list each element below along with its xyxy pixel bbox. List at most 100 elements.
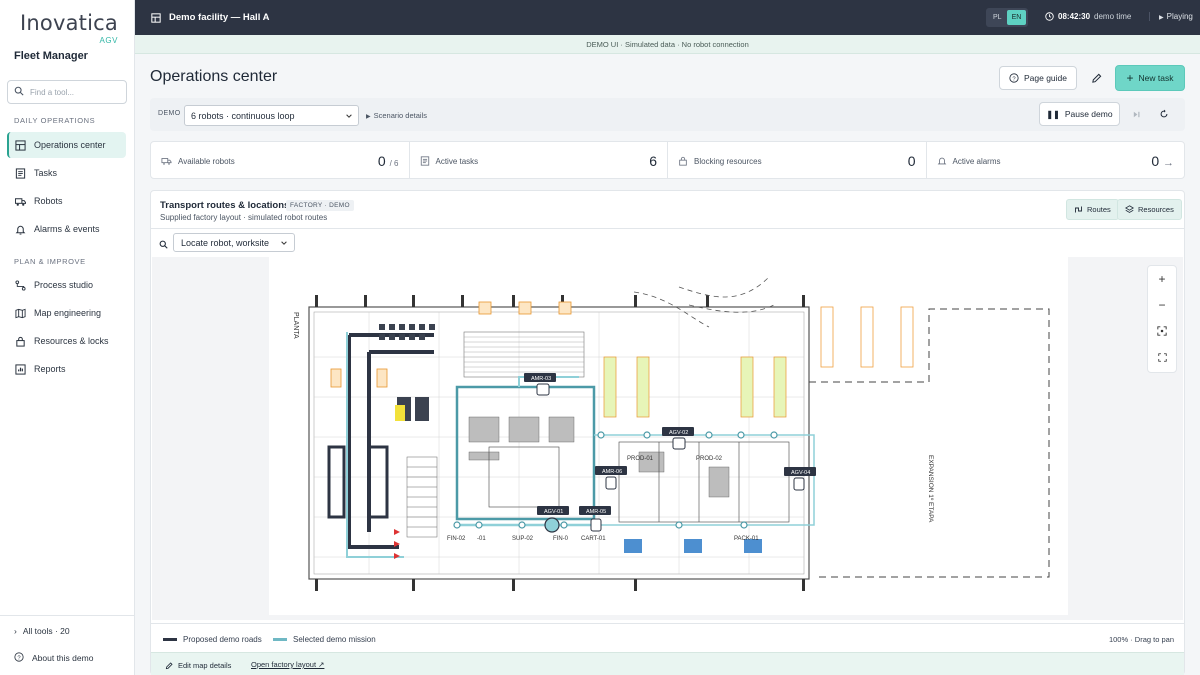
pencil-icon — [1091, 73, 1101, 83]
clock-icon — [1045, 12, 1054, 21]
playback-status-label: Playing — [1166, 12, 1193, 21]
search-input[interactable] — [30, 87, 120, 97]
help-icon: ? — [14, 652, 24, 664]
open-factory-layout-link[interactable]: Open factory layout ↗ — [251, 660, 324, 669]
restart-icon — [1160, 109, 1168, 118]
new-task-button[interactable]: + New task — [1115, 65, 1185, 91]
restart-button[interactable] — [1154, 104, 1174, 124]
stat-label: Active tasks — [435, 156, 479, 166]
stat-blocking-resources[interactable]: Blocking resources 0 — [668, 142, 927, 178]
robot-tag[interactable]: AMR-06 — [602, 469, 622, 475]
station-label[interactable]: -01 — [477, 536, 486, 542]
search-icon — [14, 85, 24, 99]
step-forward-icon — [1133, 111, 1139, 117]
demo-tag: DEMO — [158, 110, 181, 117]
stat-label: Blocking resources — [694, 156, 762, 166]
sidebar-item-robots[interactable]: Robots — [7, 188, 126, 214]
zoom-out-button[interactable]: − — [1148, 292, 1176, 318]
fit-view-button[interactable] — [1148, 318, 1176, 344]
resources-label: Resources — [1138, 205, 1174, 214]
caret-right-icon: ▶ — [366, 114, 371, 120]
station-label[interactable]: PACK-01 — [734, 536, 759, 542]
map-viewport[interactable]: FIN-02 -01 SUP-02 FIN-0 CART-01 PROD-01 … — [152, 257, 1183, 620]
search-icon — [159, 238, 168, 252]
station-label[interactable]: FIN-02 — [447, 536, 466, 542]
station-label[interactable]: SUP-02 — [512, 536, 534, 542]
robot-tag[interactable]: AMR-03 — [531, 376, 551, 382]
robot-tag[interactable]: AGV-04 — [791, 470, 810, 476]
sidebar-item-map-engineering[interactable]: Map engineering — [7, 300, 126, 326]
edit-page-button[interactable] — [1084, 66, 1108, 90]
expansion-label: EXPANSION 1º ETAPA — [927, 455, 934, 523]
routes-label: Routes — [1087, 205, 1111, 214]
step-forward-button[interactable] — [1126, 104, 1146, 124]
pause-demo-button[interactable]: ❚❚ Pause demo — [1039, 102, 1120, 126]
locate-value: Locate robot, worksite — [181, 237, 270, 248]
tool-search[interactable] — [7, 80, 127, 104]
legend-selected: Selected demo mission — [273, 635, 376, 644]
legend-label: Selected demo mission — [293, 635, 376, 644]
sidebar-item-alarms[interactable]: Alarms & events — [7, 216, 126, 242]
pause-icon: ❚❚ — [1046, 109, 1060, 119]
resources-toggle[interactable]: Resources — [1117, 199, 1182, 220]
robot-tag[interactable]: AMR-05 — [586, 509, 606, 515]
sidebar-item-resources-locks[interactable]: Resources & locks — [7, 328, 126, 354]
facility-title-text: Demo facility — Hall A — [169, 12, 270, 23]
page-guide-label: Page guide — [1023, 73, 1067, 83]
scenario-select[interactable]: 6 robots · continuous loop — [184, 105, 359, 126]
all-tools-link[interactable]: › All tools · 20 — [14, 626, 70, 636]
station-label[interactable]: PROD-02 — [696, 456, 723, 462]
robot-tag[interactable]: AGV-01 — [544, 509, 563, 515]
routes-toggle[interactable]: Routes — [1066, 199, 1119, 220]
sidebar-item-label: Resources & locks — [34, 336, 109, 346]
factory-tag: FACTORY · DEMO — [286, 200, 354, 211]
demo-clock: 08:42:30 demo time — [1045, 12, 1131, 21]
page-title: Operations center — [150, 68, 278, 85]
routes-icon — [1075, 206, 1082, 213]
stat-suffix: / 6 — [389, 159, 399, 168]
about-demo-link[interactable]: ? About this demo — [14, 652, 93, 664]
stat-available-robots[interactable]: Available robots 0 / 6 — [151, 142, 410, 178]
page-guide-button[interactable]: ? Page guide — [999, 66, 1077, 90]
sidebar-item-operations-center[interactable]: Operations center — [7, 132, 126, 158]
station-label[interactable]: PROD-01 — [627, 456, 654, 462]
lock-icon — [15, 336, 26, 347]
edit-map-details-button[interactable]: Edit map details — [165, 661, 231, 670]
brand-sub: AGV — [99, 36, 118, 45]
sidebar-item-reports[interactable]: Reports — [7, 356, 126, 382]
locate-select[interactable]: Locate robot, worksite — [173, 233, 295, 252]
station-label[interactable]: FIN-0 — [553, 536, 569, 542]
section-daily-operations: DAILY OPERATIONS — [14, 116, 96, 125]
sidebar-item-process-studio[interactable]: Process studio — [7, 272, 126, 298]
factory-map[interactable]: FIN-02 -01 SUP-02 FIN-0 CART-01 PROD-01 … — [269, 257, 1068, 615]
sidebar-item-tasks[interactable]: Tasks — [7, 160, 126, 186]
playback-status[interactable]: ▶ Playing — [1149, 12, 1193, 21]
stat-active-alarms[interactable]: Active alarms 0 → — [927, 142, 1185, 178]
brand-logo[interactable]: Inovatica AGV — [20, 11, 118, 45]
zoom-in-button[interactable]: + — [1148, 266, 1176, 292]
chevron-right-icon: › — [14, 626, 17, 636]
play-icon: ▶ — [1159, 15, 1164, 21]
legend-label: Proposed demo roads — [183, 635, 262, 644]
sidebar: Inovatica AGV Fleet Manager DAILY OPERAT… — [0, 0, 135, 675]
stat-label: Active alarms — [952, 156, 1001, 166]
language-switch: PL EN — [986, 8, 1029, 27]
stats-bar: Available robots 0 / 6 Active tasks 6 Bl… — [150, 141, 1185, 179]
planta-label: PLANTA — [292, 312, 299, 339]
scenario-details-toggle[interactable]: ▶ Scenario details — [366, 111, 427, 120]
lang-en[interactable]: EN — [1006, 10, 1027, 25]
pencil-icon — [165, 661, 173, 669]
stat-value: 0 — [377, 153, 386, 169]
fullscreen-button[interactable] — [1148, 344, 1176, 370]
lang-pl[interactable]: PL — [988, 10, 1007, 25]
demo-banner: DEMO UI · Simulated data · No robot conn… — [135, 35, 1200, 54]
fullscreen-icon — [1157, 352, 1167, 362]
sidebar-item-label: Process studio — [34, 280, 94, 290]
station-label[interactable]: CART-01 — [581, 536, 606, 542]
robot-tag[interactable]: AGV-02 — [669, 430, 688, 436]
list-icon — [15, 167, 26, 179]
sidebar-item-label: Operations center — [34, 140, 106, 150]
new-task-label: New task — [1138, 73, 1174, 83]
top-bar: Demo facility — Hall A PL EN 08:42:30 de… — [135, 0, 1200, 35]
stat-active-tasks[interactable]: Active tasks 6 — [410, 142, 668, 178]
